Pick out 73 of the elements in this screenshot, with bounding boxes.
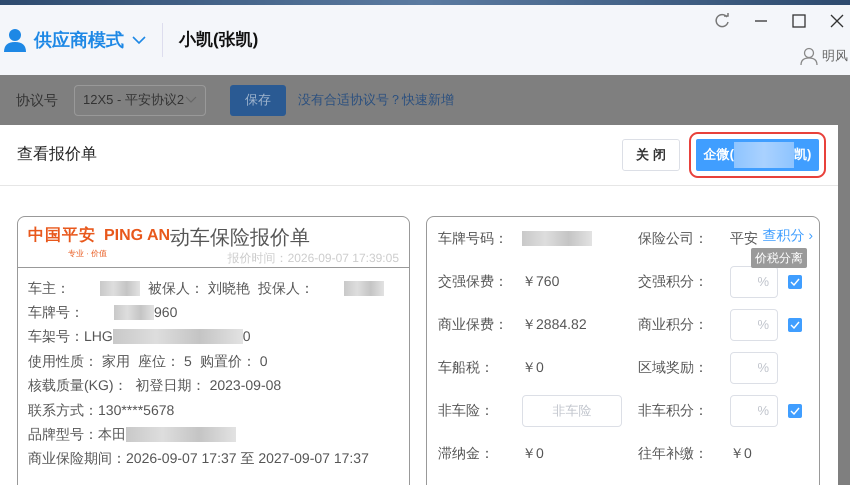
field-label: 交强积分： [638, 272, 709, 291]
text-input[interactable]: 非车险 [522, 394, 622, 426]
field-value: ￥2884.82 [522, 315, 587, 334]
logo-text: 中国平安 [28, 225, 96, 246]
points-link[interactable]: 查积分 › [762, 225, 813, 246]
caret-icon[interactable] [132, 35, 146, 45]
field-value: 2026-09-07 17:37 至 2027-09-07 17:37 [126, 449, 369, 468]
checkbox[interactable] [788, 404, 802, 418]
field-label: 商业保费： [438, 315, 509, 334]
quick-add-link[interactable]: 没有合适协议号？快速新增 [298, 90, 454, 110]
agreement-select[interactable]: 12X5 - 平安协议2 [74, 84, 206, 116]
field-label: 车主： [28, 278, 70, 298]
checkbox[interactable] [788, 274, 802, 288]
wecom-button[interactable]: 企微( 凯) [696, 139, 819, 171]
checkbox[interactable] [788, 318, 802, 332]
field-value: ￥0 [522, 358, 544, 377]
person-icon [800, 46, 818, 65]
refresh-icon[interactable] [714, 13, 730, 29]
field-label: 商业保险期间： [28, 449, 126, 468]
user-icon [4, 28, 26, 52]
field-value: 家用 [102, 352, 130, 371]
modal-title: 查看报价单 [17, 144, 97, 165]
field-value: 130****5678 [98, 400, 174, 420]
tooltip: 价税分离 [751, 248, 807, 268]
field-value: ￥0 [522, 444, 544, 463]
percent-input[interactable]: % [730, 308, 778, 340]
field-label: 协议号 [16, 90, 58, 110]
maximize-icon[interactable] [792, 14, 806, 28]
percent-input[interactable]: % [730, 266, 778, 298]
field-value: ￥0 [730, 444, 752, 463]
close-icon[interactable] [830, 14, 844, 28]
field-value: 2023-09-08 [210, 376, 282, 396]
field-label: 商业积分： [638, 315, 709, 334]
field-label: 保险公司： [638, 229, 709, 248]
field-label: 车船税： [438, 358, 495, 377]
field-label: 滞纳金： [438, 444, 495, 463]
field-value: ￥760 [522, 272, 560, 291]
field-label: 品牌型号： [28, 425, 98, 444]
user-name: 小凯(张凯) [179, 29, 258, 52]
field-label: 车牌号： [28, 303, 84, 322]
field-value: LHG [84, 327, 113, 346]
caret-icon [185, 96, 197, 104]
field-label: 非车积分： [638, 401, 709, 420]
save-button[interactable]: 保存 [230, 84, 286, 116]
field-label: 使用性质： [28, 352, 98, 371]
field-label: 座位： [138, 352, 180, 371]
field-value: 960 [154, 303, 178, 322]
logo-text: PING AN [104, 226, 170, 244]
slogan: 专业 · 价值 [68, 248, 108, 260]
field-label: 车牌号码： [438, 229, 509, 248]
field-label: 交强保费： [438, 272, 509, 291]
field-label: 核载质量(KG)： [28, 376, 128, 396]
field-value: 本田 [98, 425, 126, 444]
field-label: 被保人： [148, 278, 204, 298]
field-value: 0 [242, 327, 251, 346]
field-label: 非车险： [438, 401, 495, 420]
field-label: 投保人： [258, 278, 314, 298]
percent-input[interactable]: % [730, 352, 778, 384]
percent-input[interactable]: % [730, 394, 778, 426]
field-value: 0 [260, 352, 268, 371]
account-name[interactable]: 明风 [822, 46, 848, 66]
field-label: 购置价： [200, 352, 256, 371]
field-label: 车架号： [28, 327, 84, 346]
quote-title: 动车保险报价单 [170, 226, 310, 251]
mode-label[interactable]: 供应商模式 [34, 26, 124, 54]
field-label: 初登日期： [136, 376, 206, 396]
field-label: 往年补缴： [638, 444, 709, 463]
field-value: 5 [184, 352, 192, 371]
field-label: 联系方式： [28, 400, 98, 420]
field-label: 区域奖励： [638, 358, 709, 377]
field-value: 平安 [730, 229, 758, 248]
close-button[interactable]: 关 闭 [622, 139, 680, 171]
field-value: 刘晓艳 [208, 278, 250, 298]
